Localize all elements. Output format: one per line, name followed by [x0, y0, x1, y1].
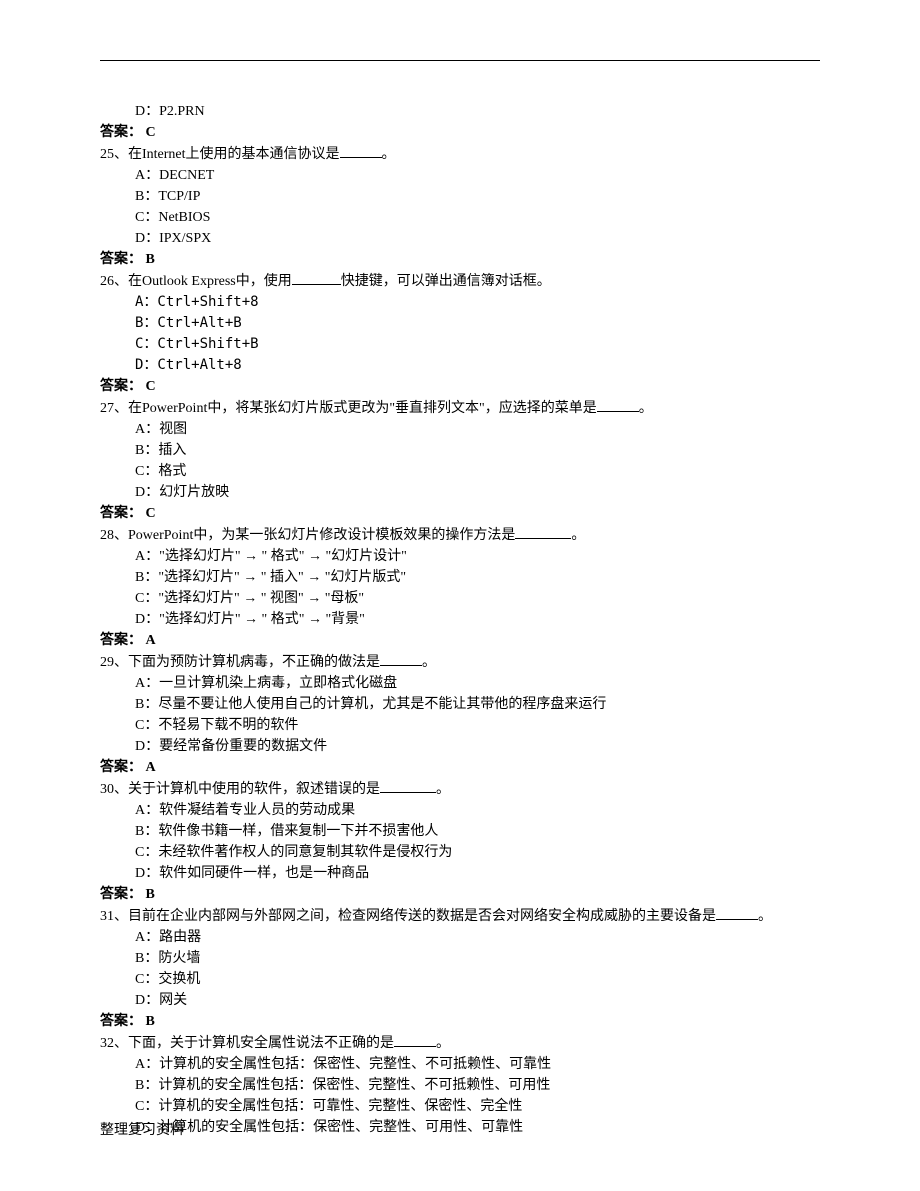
blank: [340, 143, 382, 158]
q31-stem-b: 。: [758, 909, 772, 924]
q30-option-d: D：软件如同硬件一样，也是一种商品: [100, 863, 820, 884]
q31-stem: 31、目前在企业内部网与外部网之间，检查网络传送的数据是否会对网络安全构成威胁的…: [100, 905, 820, 927]
q27-stem-a: 27、在PowerPoint中，将某张幻灯片版式更改为"垂直排列文本"，应选择的…: [100, 401, 597, 416]
q31-stem-a: 31、目前在企业内部网与外部网之间，检查网络传送的数据是否会对网络安全构成威胁的…: [100, 909, 716, 924]
q26-answer: 答案： C: [100, 376, 820, 397]
q25-stem-b: 。: [382, 147, 396, 162]
q30-answer: 答案： B: [100, 884, 820, 905]
q25-option-c: C：NetBIOS: [100, 207, 820, 228]
q26-option-c: C：Ctrl+Shift+B: [100, 334, 820, 355]
blank: [380, 778, 436, 793]
q31-option-b: B：防火墙: [100, 948, 820, 969]
blank: [716, 905, 758, 920]
q27-option-c: C：格式: [100, 461, 820, 482]
q31-option-c: C：交换机: [100, 969, 820, 990]
q29-option-c: C：不轻易下载不明的软件: [100, 715, 820, 736]
q32-option-b: B：计算机的安全属性包括：保密性、完整性、不可抵赖性、可用性: [100, 1075, 820, 1096]
blank: [597, 397, 639, 412]
q25-option-d: D：IPX/SPX: [100, 228, 820, 249]
q26-stem: 26、在Outlook Express中，使用 快捷键，可以弹出通信簿对话框。: [100, 270, 820, 292]
q32-option-a: A：计算机的安全属性包括：保密性、完整性、不可抵赖性、可靠性: [100, 1054, 820, 1075]
q24-option-d: D：P2.PRN: [100, 101, 820, 122]
q32-option-d: D：计算机的安全属性包括：保密性、完整性、可用性、可靠性: [100, 1117, 820, 1138]
q28-option-d: D："选择幻灯片" → " 格式" → "背景": [100, 609, 820, 630]
q29-stem-a: 29、下面为预防计算机病毒，不正确的做法是: [100, 655, 380, 670]
q28-option-b: B："选择幻灯片" → " 插入" → "幻灯片版式": [100, 567, 820, 588]
page-footer: 整理复习资料: [100, 1120, 184, 1141]
q31-option-d: D：网关: [100, 990, 820, 1011]
q26-stem-b: 快捷键，可以弹出通信簿对话框。: [341, 274, 551, 289]
q25-answer: 答案： B: [100, 249, 820, 270]
q28-stem-b: 。: [571, 528, 585, 543]
blank: [380, 651, 422, 666]
q27-option-d: D：幻灯片放映: [100, 482, 820, 503]
q30-stem-a: 30、关于计算机中使用的软件，叙述错误的是: [100, 782, 380, 797]
q25-option-b: B：TCP/IP: [100, 186, 820, 207]
q26-option-b: B：Ctrl+Alt+B: [100, 313, 820, 334]
q32-stem: 32、下面，关于计算机安全属性说法不正确的是 。: [100, 1032, 820, 1054]
q25-stem-a: 25、在Internet上使用的基本通信协议是: [100, 147, 340, 162]
q31-answer: 答案： B: [100, 1011, 820, 1032]
q29-stem: 29、下面为预防计算机病毒，不正确的做法是 。: [100, 651, 820, 673]
q25-option-a: A：DECNET: [100, 165, 820, 186]
q32-stem-a: 32、下面，关于计算机安全属性说法不正确的是: [100, 1036, 394, 1051]
q26-stem-a: 26、在Outlook Express中，使用: [100, 274, 292, 289]
document-page: D：P2.PRN 答案： C 25、在Internet上使用的基本通信协议是。 …: [0, 0, 920, 1191]
q29-option-d: D：要经常备份重要的数据文件: [100, 736, 820, 757]
top-divider: [100, 60, 820, 61]
q32-stem-b: 。: [436, 1036, 450, 1051]
blank: [515, 524, 571, 539]
q28-stem-a: 28、PowerPoint中，为某一张幻灯片修改设计模板效果的操作方法是: [100, 528, 515, 543]
q28-answer: 答案： A: [100, 630, 820, 651]
q27-stem-b: 。: [639, 401, 653, 416]
q29-option-a: A：一旦计算机染上病毒，立即格式化磁盘: [100, 673, 820, 694]
q26-option-a: A：Ctrl+Shift+8: [100, 292, 820, 313]
q30-option-a: A：软件凝结着专业人员的劳动成果: [100, 800, 820, 821]
q30-option-b: B：软件像书籍一样，借来复制一下并不损害他人: [100, 821, 820, 842]
blank: [292, 270, 341, 285]
q27-stem: 27、在PowerPoint中，将某张幻灯片版式更改为"垂直排列文本"，应选择的…: [100, 397, 820, 419]
q29-stem-b: 。: [422, 655, 436, 670]
q27-option-a: A：视图: [100, 419, 820, 440]
q32-option-c: C：计算机的安全属性包括：可靠性、完整性、保密性、完全性: [100, 1096, 820, 1117]
q29-answer: 答案： A: [100, 757, 820, 778]
q29-option-b: B：尽量不要让他人使用自己的计算机，尤其是不能让其带他的程序盘来运行: [100, 694, 820, 715]
q30-stem-b: 。: [436, 782, 450, 797]
q26-option-d: D：Ctrl+Alt+8: [100, 355, 820, 376]
q31-option-a: A：路由器: [100, 927, 820, 948]
q25-stem: 25、在Internet上使用的基本通信协议是 。: [100, 143, 820, 165]
q27-answer: 答案： C: [100, 503, 820, 524]
q27-option-b: B：插入: [100, 440, 820, 461]
q30-stem: 30、关于计算机中使用的软件，叙述错误的是 。: [100, 778, 820, 800]
blank: [394, 1032, 436, 1047]
q30-option-c: C：未经软件著作权人的同意复制其软件是侵权行为: [100, 842, 820, 863]
q28-option-a: A："选择幻灯片" → " 格式" → "幻灯片设计": [100, 546, 820, 567]
q28-option-c: C："选择幻灯片" → " 视图" → "母板": [100, 588, 820, 609]
q24-answer: 答案： C: [100, 122, 820, 143]
q28-stem: 28、PowerPoint中，为某一张幻灯片修改设计模板效果的操作方法是 。: [100, 524, 820, 546]
